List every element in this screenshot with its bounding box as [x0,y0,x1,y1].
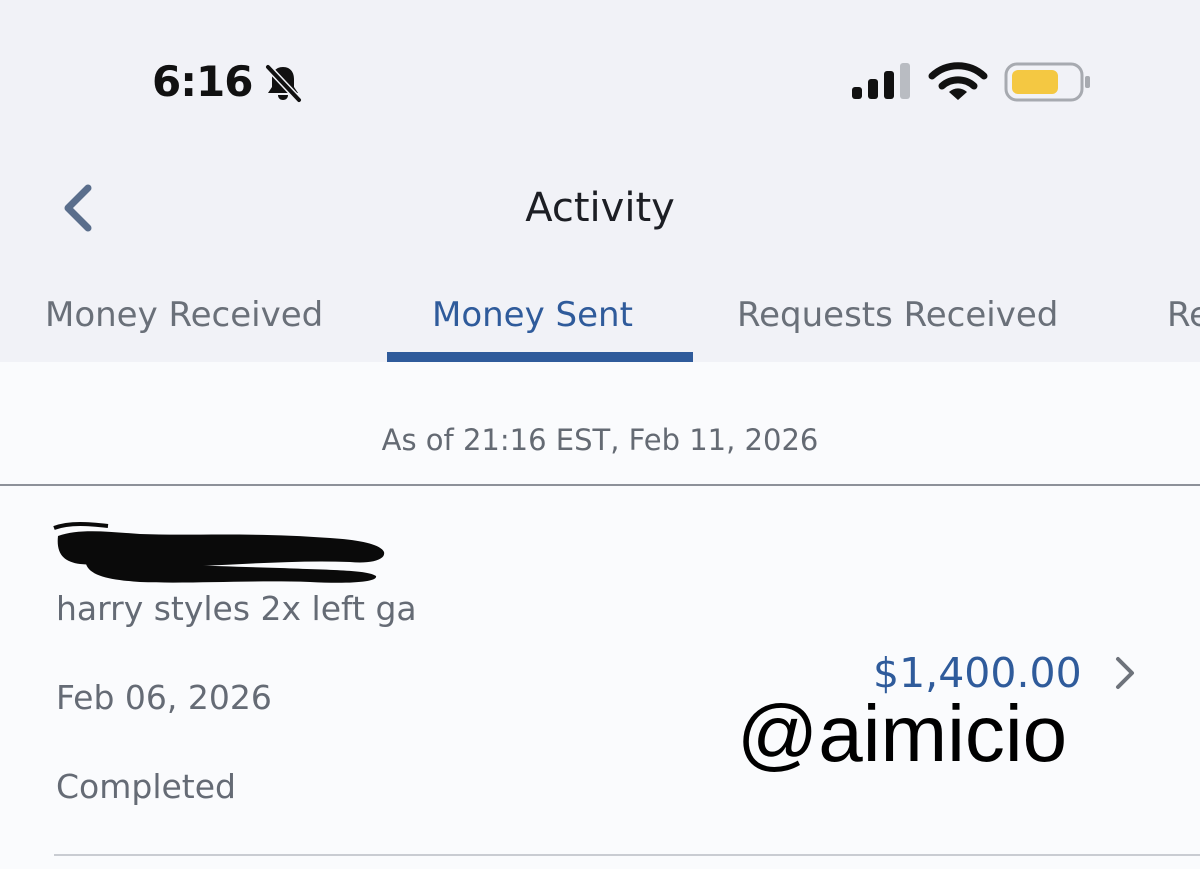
wifi-icon [928,62,988,100]
page-title: Activity [525,185,675,231]
back-button[interactable] [54,180,106,236]
transaction-memo: harry styles 2x left ga [56,589,417,628]
chevron-right-icon[interactable] [1112,654,1138,692]
tab-money-sent[interactable]: Money Sent [432,290,633,340]
status-time: 6:16 [152,57,253,106]
top-bar-area: 6:16 Activity Money Received Money Sent … [0,0,1200,362]
row-divider [54,854,1200,856]
as-of-timestamp: As of 21:16 EST, Feb 11, 2026 [381,423,819,457]
tab-requests-sent[interactable]: Re [1167,290,1200,340]
transaction-status: Completed [56,767,236,806]
bell-muted-icon [264,63,303,104]
active-tab-indicator [387,352,693,362]
watermark: @aimicio [737,689,1068,778]
chevron-left-icon [64,184,92,232]
battery-icon [1004,62,1090,102]
redacted-recipient-name [53,522,385,583]
cellular-signal-icon [852,63,910,99]
transaction-date: Feb 06, 2026 [56,678,272,717]
tab-money-received[interactable]: Money Received [45,290,323,340]
tab-requests-received[interactable]: Requests Received [737,290,1058,340]
